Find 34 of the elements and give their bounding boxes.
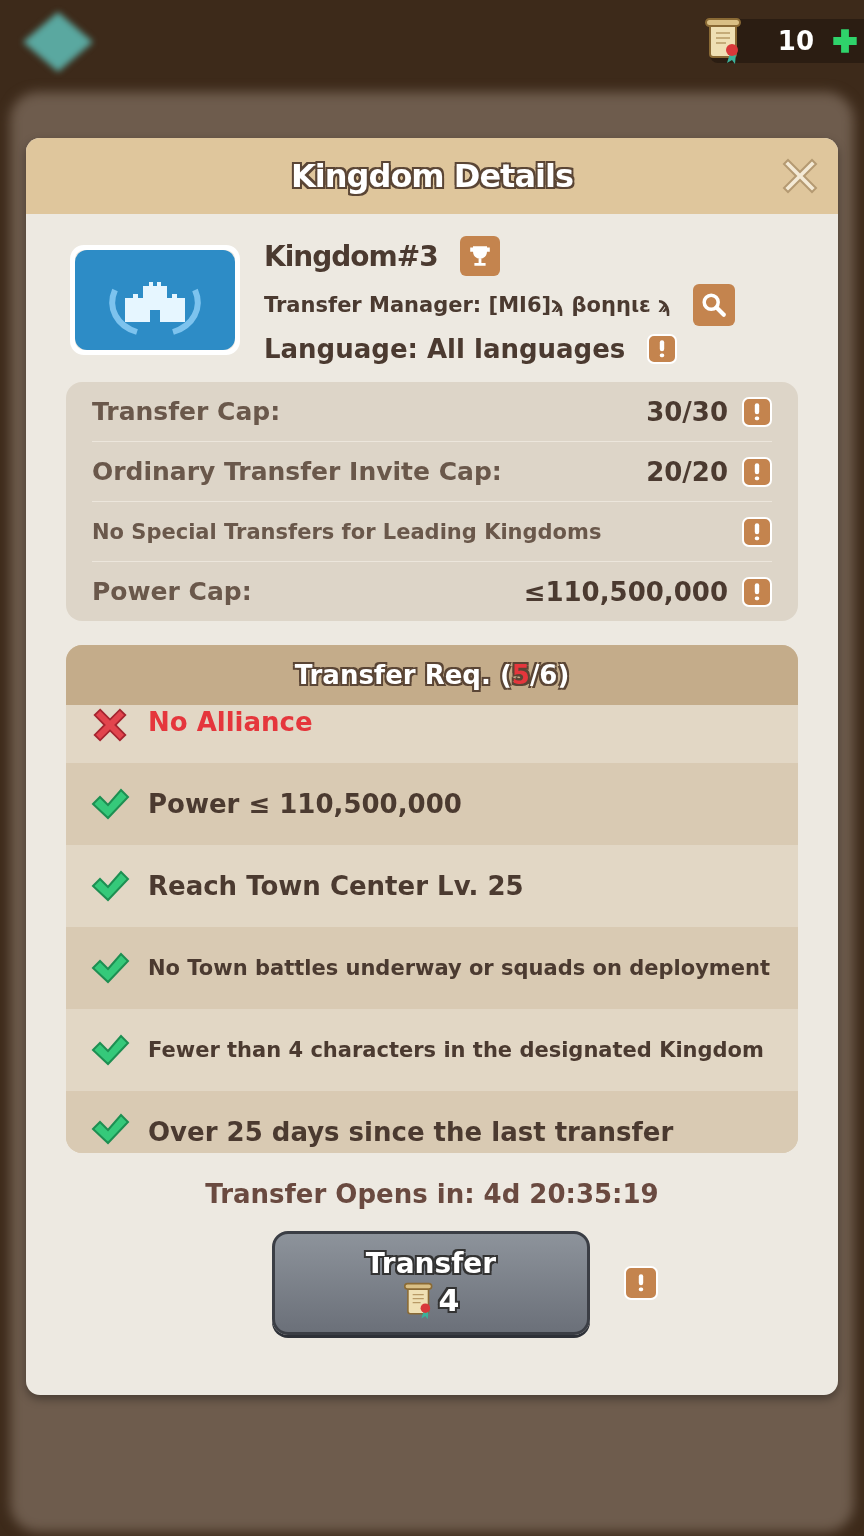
requirement-text: Fewer than 4 characters in the designated Kingdom	[148, 1038, 764, 1062]
plus-icon[interactable]	[832, 28, 858, 54]
cap-label: Transfer Cap:	[92, 397, 282, 426]
requirement-text: No Alliance	[148, 707, 313, 737]
cap-label: No Special Transfers for Leading Kingdoms	[92, 519, 603, 544]
cap-label: Power Cap:	[92, 577, 253, 606]
cap-label: Ordinary Transfer Invite Cap:	[92, 457, 503, 486]
transfer-button[interactable]: Transfer 4	[272, 1231, 590, 1335]
scroll-count: 10	[776, 26, 814, 56]
cap-value: 20/20	[646, 456, 728, 487]
kingdom-name: Kingdom#3	[264, 239, 438, 273]
search-icon[interactable]	[693, 284, 736, 326]
requirement-text: No Town battles underway or squads on deployment	[148, 956, 770, 980]
countdown-text: Transfer Opens in: 4d 20:35:19	[204, 1179, 660, 1209]
info-icon[interactable]	[742, 456, 772, 487]
trophy-icon[interactable]	[459, 236, 500, 276]
info-icon[interactable]	[647, 334, 678, 364]
requirement-text: Power ≤ 110,500,000	[148, 789, 462, 819]
info-icon[interactable]	[624, 1266, 658, 1300]
scroll-icon	[704, 17, 744, 65]
dialog-title: Kingdom Details	[291, 157, 573, 195]
transfer-manager: Transfer Manager: [MI6]ϡ βοηηιε ϡ	[264, 293, 672, 317]
requirements-title: Transfer Req. (5/6)	[294, 660, 570, 690]
cap-value: 30/30	[646, 396, 728, 427]
info-icon[interactable]	[742, 576, 772, 607]
scroll-icon	[402, 1281, 435, 1320]
language-label: Language: All languages	[264, 334, 626, 364]
requirement-text: Over 25 days since the last transfer	[148, 1117, 674, 1147]
cost-value: 4	[438, 1283, 460, 1318]
close-icon[interactable]	[780, 156, 820, 196]
requirement-text: Reach Town Center Lv. 25	[148, 871, 524, 901]
info-icon[interactable]	[742, 516, 772, 547]
info-icon[interactable]	[742, 396, 772, 427]
cap-value: ≤110,500,000	[523, 576, 728, 607]
